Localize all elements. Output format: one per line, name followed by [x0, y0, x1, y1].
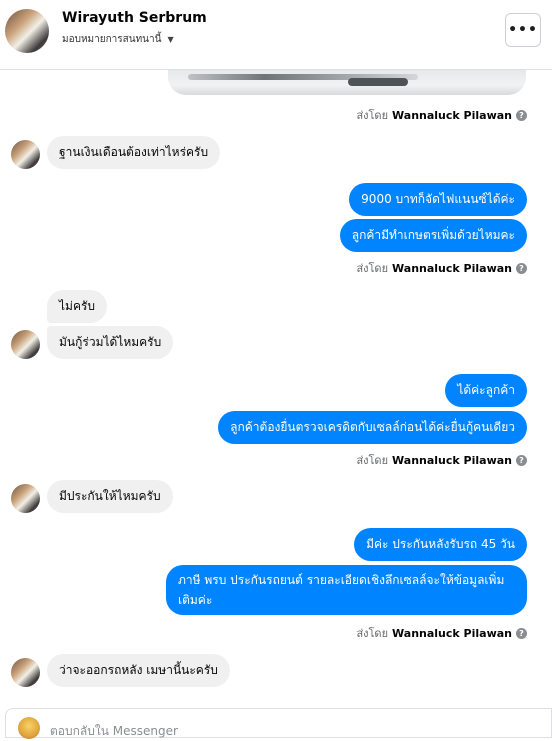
contact-avatar-small[interactable]	[11, 140, 40, 169]
incoming-message[interactable]: ว่าจะออกรถหลัง เมษานี้นะครับ	[47, 654, 230, 687]
sent-by-prefix: ส่งโดย	[356, 109, 389, 122]
image-detail	[348, 78, 408, 86]
outgoing-message[interactable]: มีค่ะ ประกันหลังรับรถ 45 วัน	[354, 528, 527, 561]
sent-by-label: ส่งโดย Wannaluck Pilawan ?	[356, 624, 527, 642]
help-icon[interactable]: ?	[516, 454, 527, 466]
reply-composer[interactable]: ตอบกลับใน Messenger	[5, 708, 552, 739]
reply-placeholder: ตอบกลับใน Messenger	[50, 724, 178, 738]
incoming-message[interactable]: ฐานเงินเดือนต้องเท่าไหร่ครับ	[47, 136, 221, 169]
contact-avatar[interactable]	[5, 9, 49, 53]
assign-conversation-label: มอบหมายการสนทนานี้	[62, 34, 162, 45]
more-options-button[interactable]: •••	[505, 13, 541, 47]
messenger-reply-icon	[18, 717, 40, 739]
contact-avatar-small[interactable]	[11, 658, 40, 687]
sent-by-label: ส่งโดย Wannaluck Pilawan ?	[356, 259, 527, 277]
conversation-header: Wirayuth Serbrum มอบหมายการสนทนานี้ ▼ ••…	[0, 0, 552, 70]
sent-by-prefix: ส่งโดย	[356, 262, 389, 275]
sent-by-agent[interactable]: Wannaluck Pilawan	[392, 262, 512, 275]
help-icon[interactable]: ?	[516, 262, 527, 274]
sent-by-prefix: ส่งโดย	[356, 454, 389, 467]
incoming-message[interactable]: มันกู้ร่วมได้ไหมครับ	[47, 326, 174, 359]
contact-avatar-small[interactable]	[11, 484, 40, 513]
outgoing-message[interactable]: ได้ค่ะลูกค้า	[445, 374, 527, 407]
help-icon[interactable]: ?	[516, 109, 527, 121]
sent-by-prefix: ส่งโดย	[356, 627, 389, 640]
sent-by-agent[interactable]: Wannaluck Pilawan	[392, 627, 512, 640]
incoming-message[interactable]: ไม่ครับ	[47, 290, 108, 323]
incoming-message[interactable]: มีประกันให้ไหมครับ	[47, 480, 173, 513]
sent-by-label: ส่งโดย Wannaluck Pilawan ?	[356, 106, 527, 124]
sent-by-agent[interactable]: Wannaluck Pilawan	[392, 454, 512, 467]
outgoing-message[interactable]: ลูกค้าต้องยื่นตรวจเครดิตกับเซลล์ก่อนได้ค…	[218, 411, 527, 444]
sent-by-label: ส่งโดย Wannaluck Pilawan ?	[356, 451, 527, 469]
contact-avatar-small[interactable]	[11, 330, 40, 359]
caret-down-icon: ▼	[167, 35, 174, 44]
outgoing-message[interactable]: 9000 บาทก็จัดไฟแนนซ์ได้ค่ะ	[349, 183, 527, 216]
contact-name[interactable]: Wirayuth Serbrum	[62, 10, 207, 26]
assign-conversation[interactable]: มอบหมายการสนทนานี้ ▼	[62, 32, 174, 47]
help-icon[interactable]: ?	[516, 627, 527, 639]
image-attachment[interactable]	[168, 70, 526, 95]
outgoing-message[interactable]: ภาษี พรบ ประกันรถยนต์ รายละเอียดเชิงลึกเ…	[166, 565, 527, 615]
sent-by-agent[interactable]: Wannaluck Pilawan	[392, 109, 512, 122]
outgoing-message[interactable]: ลูกค้ามีทำเกษตรเพิ่มด้วยไหมคะ	[339, 219, 527, 252]
